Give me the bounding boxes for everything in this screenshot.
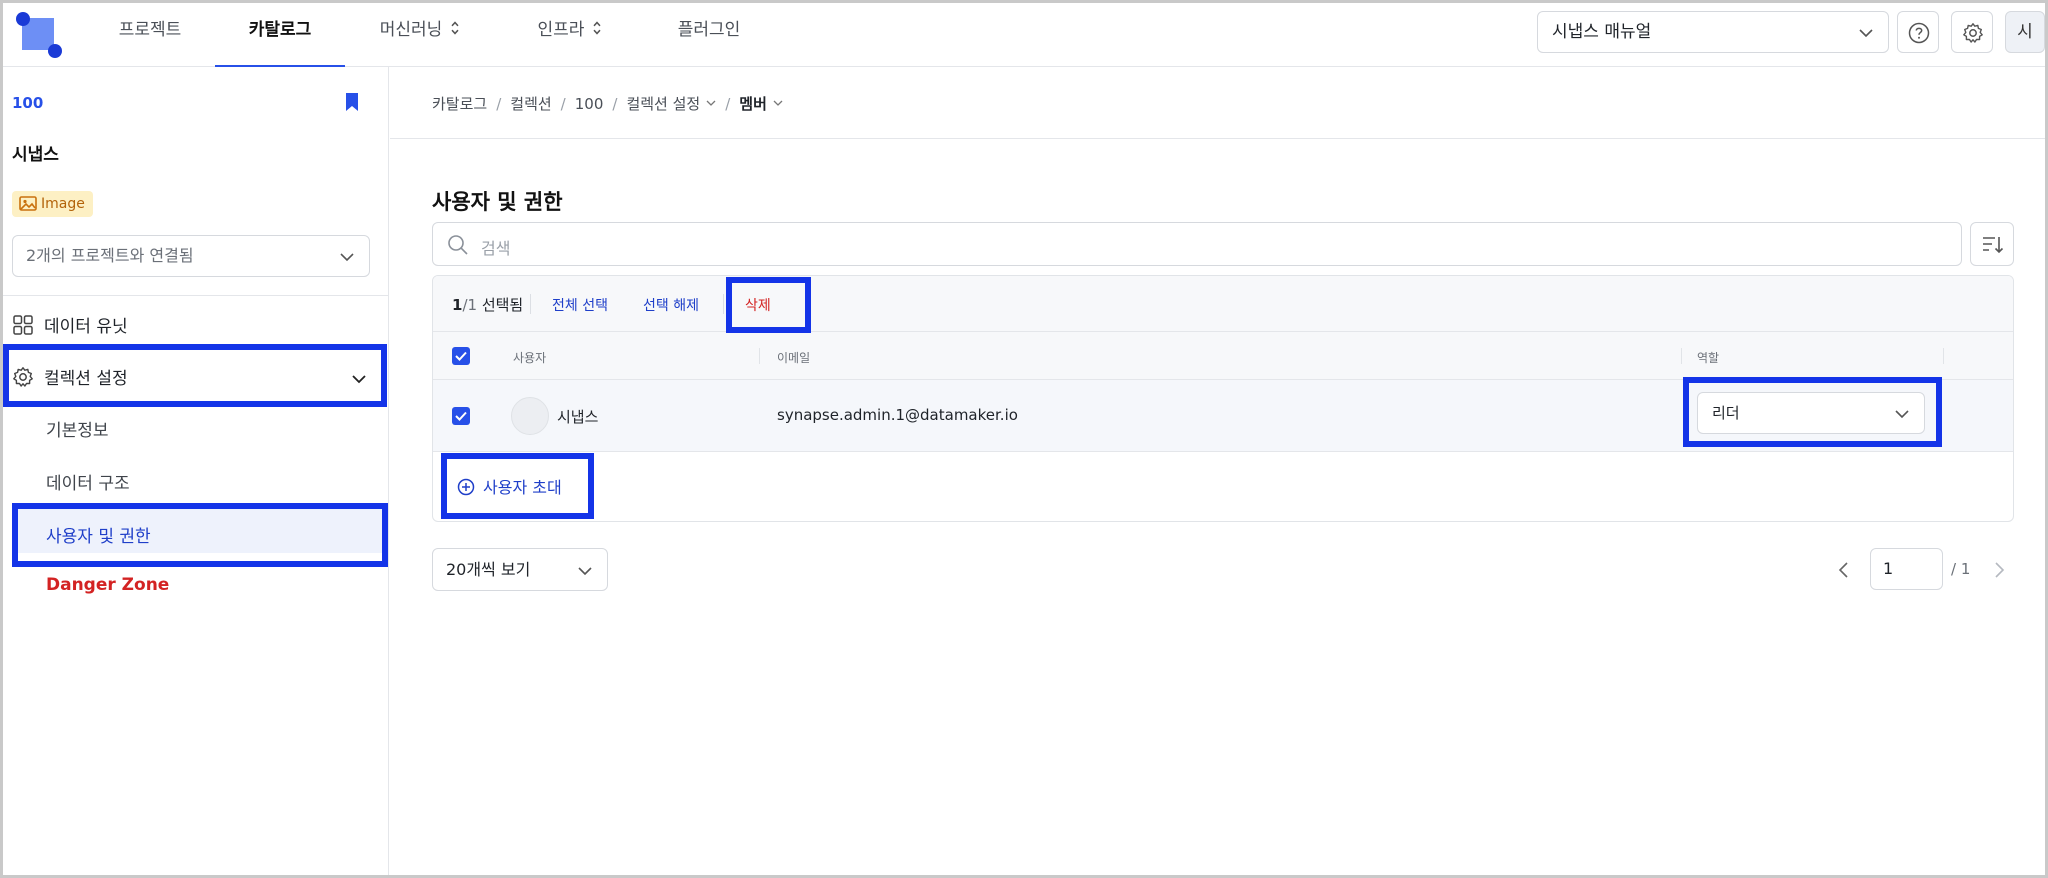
members-table: 1/1 선택됨 전체 선택 선택 해제 삭제 사용자 이메일 역할 시냅스 sy…	[432, 275, 2014, 522]
breadcrumb-item-members[interactable]: 멤버	[739, 95, 783, 113]
linked-projects-select[interactable]: 2개의 프로젝트와 연결됨	[12, 235, 370, 277]
deselect-button[interactable]: 선택 해제	[643, 295, 699, 315]
toolbar-separator	[530, 294, 531, 314]
plus-circle-icon	[457, 478, 475, 496]
updown-chevron-icon	[451, 21, 459, 35]
selection-toolbar: 1/1 선택됨 전체 선택 선택 해제 삭제	[433, 276, 2013, 332]
select-all-checkbox[interactable]	[452, 347, 470, 365]
page-title: 사용자 및 권한	[432, 190, 563, 214]
header-divider	[390, 138, 2048, 139]
chevron-down-icon	[1859, 29, 1873, 38]
app-logo[interactable]	[14, 10, 66, 58]
sidebar: 100 시냅스 Image 2개의 프로젝트와 연결됨 데이터 유닛 컬렉션 설…	[0, 67, 389, 878]
sidebar-item-danger-zone[interactable]: Danger Zone	[46, 575, 169, 595]
help-button[interactable]	[1897, 11, 1939, 53]
breadcrumb-separator: /	[496, 95, 502, 113]
column-separator	[759, 348, 760, 364]
total-pages: / 1	[1951, 560, 1971, 578]
gear-icon	[1963, 23, 1983, 43]
breadcrumb-separator: /	[725, 95, 731, 113]
toolbar-separator	[723, 294, 724, 314]
updown-chevron-icon	[593, 21, 601, 35]
sidebar-item-collection-settings[interactable]: 컬렉션 설정	[12, 364, 128, 389]
settings-button[interactable]	[1951, 11, 1993, 53]
collection-name: 시냅스	[12, 145, 59, 165]
user-email: synapse.admin.1@datamaker.io	[777, 406, 1018, 424]
select-all-button[interactable]: 전체 선택	[552, 295, 608, 315]
gear-icon	[13, 367, 33, 387]
sort-icon	[1983, 237, 2004, 254]
chevron-left-icon[interactable]	[1836, 561, 1852, 579]
row-checkbox[interactable]	[452, 407, 470, 425]
manual-select[interactable]: 시냅스 매뉴얼	[1537, 11, 1889, 53]
selection-count: 1/1 선택됨	[452, 296, 524, 314]
sidebar-item-data-units[interactable]: 데이터 유닛	[12, 312, 128, 337]
breadcrumb-item-collection-id[interactable]: 100	[575, 95, 604, 113]
nav-tab-machine-learning[interactable]: 머신러닝	[365, 0, 475, 67]
page-number-input[interactable]: 1	[1870, 548, 1943, 590]
help-icon	[1908, 22, 1930, 44]
page-size-select[interactable]: 20개씩 보기	[432, 548, 608, 591]
delete-button[interactable]: 삭제	[745, 295, 771, 315]
check-icon	[455, 351, 467, 361]
breadcrumb-item-collection[interactable]: 컬렉션	[510, 95, 551, 113]
chevron-down-icon	[706, 100, 716, 106]
breadcrumb-separator: /	[560, 95, 566, 113]
column-header-user: 사용자	[513, 351, 547, 365]
breadcrumb-separator: /	[612, 95, 618, 113]
image-type-badge: Image	[12, 191, 93, 217]
logo-dot	[48, 44, 62, 58]
nav-tab-infra[interactable]: 인프라	[530, 0, 610, 67]
column-separator	[1943, 348, 1944, 364]
bookmark-icon[interactable]	[344, 92, 360, 112]
sort-button[interactable]	[1970, 222, 2014, 266]
sidebar-item-data-structure[interactable]: 데이터 구조	[46, 469, 130, 494]
chevron-down-icon	[773, 100, 783, 106]
collection-id: 100	[12, 94, 44, 112]
nav-tab-projects[interactable]: 프로젝트	[103, 0, 197, 67]
breadcrumb-item-catalog[interactable]: 카탈로그	[432, 95, 487, 113]
column-header-email: 이메일	[777, 351, 811, 365]
sidebar-item-users-permissions[interactable]: 사용자 및 권한	[46, 522, 151, 547]
sidebar-divider	[0, 295, 388, 296]
logo-dot	[16, 12, 30, 26]
breadcrumb: 카탈로그 / 컬렉션 / 100 / 컬렉션 설정 / 멤버	[432, 93, 783, 114]
chevron-down-icon	[1895, 410, 1909, 419]
chevron-down-icon	[340, 253, 354, 262]
column-separator	[1681, 348, 1682, 364]
breadcrumb-item-collection-settings[interactable]: 컬렉션 설정	[626, 95, 716, 113]
sidebar-item-basic-info[interactable]: 기본정보	[46, 416, 109, 441]
user-avatar-button[interactable]: 시	[2005, 11, 2045, 53]
avatar	[511, 397, 549, 435]
table-header: 사용자 이메일 역할	[433, 332, 2013, 380]
search-placeholder: 검색	[481, 239, 511, 258]
invite-user-button[interactable]: 사용자 초대	[457, 474, 562, 498]
search-icon	[448, 235, 468, 255]
user-name: 시냅스	[557, 408, 599, 426]
chevron-down-icon[interactable]	[350, 370, 368, 388]
chevron-down-icon	[578, 567, 592, 576]
table-row[interactable]: 시냅스 synapse.admin.1@datamaker.io 리더	[433, 380, 2013, 452]
grid-icon	[13, 315, 33, 335]
column-header-role: 역할	[1697, 351, 1720, 365]
nav-tab-plugins[interactable]: 플러그인	[666, 0, 752, 67]
check-icon	[455, 411, 467, 421]
role-select[interactable]: 리더	[1697, 392, 1925, 434]
chevron-right-icon[interactable]	[1991, 561, 2007, 579]
image-icon	[19, 196, 37, 211]
search-input[interactable]: 검색	[432, 222, 1962, 266]
nav-tab-catalog[interactable]: 카탈로그	[215, 0, 345, 67]
top-navigation-bar: 프로젝트 카탈로그 머신러닝 인프라 플러그인 시냅스 매뉴얼 시	[0, 0, 2048, 67]
